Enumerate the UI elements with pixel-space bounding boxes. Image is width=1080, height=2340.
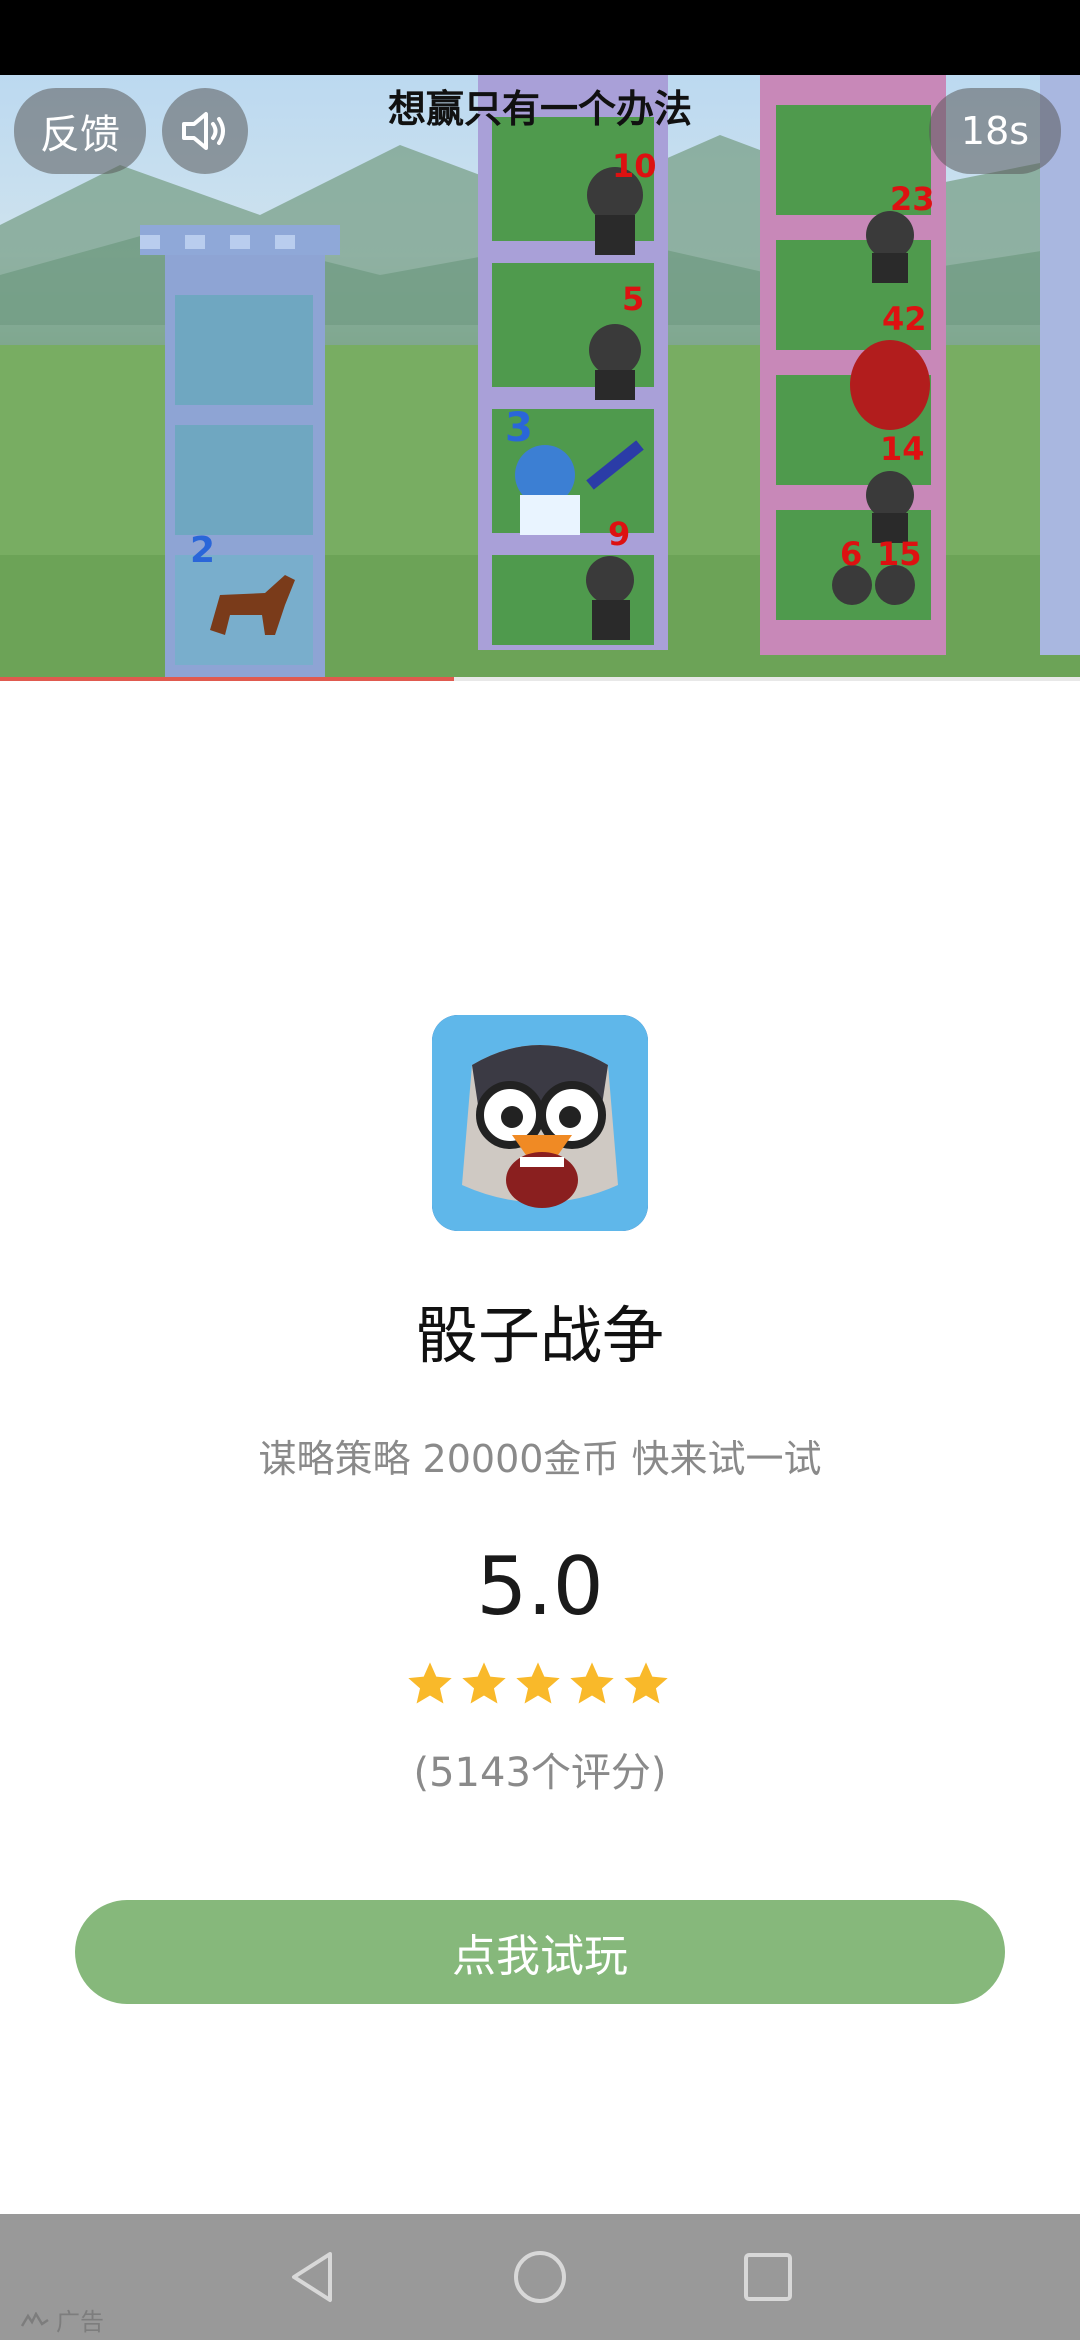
- enemy-power: 23: [890, 180, 935, 218]
- recents-icon[interactable]: [735, 2244, 801, 2310]
- video-progress-fill: [0, 677, 454, 681]
- sound-toggle-button[interactable]: [162, 88, 248, 174]
- enemy-power: 42: [882, 300, 927, 338]
- app-icon[interactable]: [432, 1015, 648, 1231]
- star-icon: [570, 1662, 614, 1704]
- hero-power: 3: [505, 405, 533, 451]
- blue-tower: [140, 225, 340, 680]
- feedback-button[interactable]: 反馈: [14, 88, 146, 174]
- ad-label-text: 广告: [56, 2308, 104, 2336]
- star-icon: [462, 1662, 506, 1704]
- ad-logo-icon: [20, 2311, 49, 2327]
- game-video[interactable]: 2 3 10 5 9 23 42 14 6 15: [0, 75, 1080, 680]
- app-description: 谋略策略 20000金币 快来试一试: [258, 1437, 822, 1481]
- game-scene: [0, 75, 1080, 680]
- app-name: 骰子战争: [415, 1299, 664, 1372]
- star-icon: [516, 1662, 560, 1704]
- video-progress-bar: [0, 677, 1080, 681]
- enemy-power: 5: [622, 280, 645, 318]
- back-icon[interactable]: [280, 2244, 346, 2310]
- home-icon[interactable]: [507, 2244, 573, 2310]
- star-rating: [404, 1658, 676, 1710]
- game-app-icon: [432, 1015, 648, 1231]
- status-bar: [0, 0, 1080, 75]
- enemy-power: 6: [840, 535, 863, 573]
- rating-score: 5.0: [476, 1540, 604, 1633]
- enemy-power: 14: [880, 430, 925, 468]
- try-play-button[interactable]: 点我试玩: [75, 1900, 1005, 2004]
- star-icon: [408, 1662, 452, 1704]
- horse-power: 2: [190, 530, 216, 571]
- speaker-icon: [182, 112, 225, 150]
- countdown-timer: 18s: [929, 88, 1061, 174]
- enemy-power: 10: [612, 147, 657, 185]
- enemy-power: 9: [608, 515, 631, 553]
- enemy-power: 15: [877, 535, 922, 573]
- rating-count: (5143个评分): [413, 1750, 667, 1796]
- star-icon: [624, 1662, 668, 1704]
- system-nav-bar: [0, 2214, 1080, 2340]
- ad-label: 广告: [20, 2302, 104, 2337]
